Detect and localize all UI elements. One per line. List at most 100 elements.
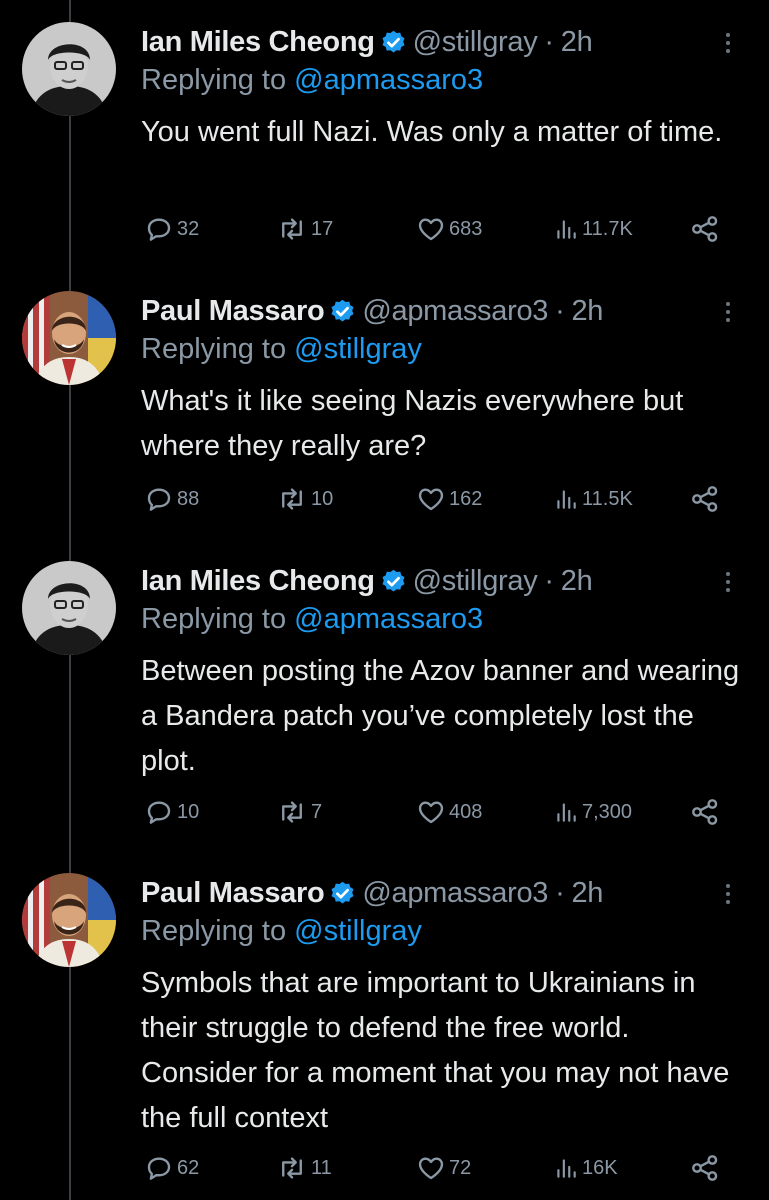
views-button[interactable]: 7,300 (553, 795, 632, 829)
share-icon (692, 1155, 718, 1181)
action-bar: 88 10 162 11.5K (141, 482, 741, 516)
replying-to-mention[interactable]: @stillgray (294, 333, 422, 365)
share-button[interactable] (689, 212, 721, 246)
more-vertical-icon[interactable] (715, 28, 741, 58)
action-bar: 32 17 683 11.7K (141, 212, 741, 246)
retweet-count: 17 (311, 217, 334, 240)
retweet-icon (282, 801, 302, 823)
replying-to-label: Replying to (141, 603, 287, 635)
retweet-count: 10 (311, 487, 334, 510)
verified-badge-icon (331, 299, 354, 322)
views-bar-icon (557, 1159, 576, 1178)
retweet-button[interactable]: 17 (276, 212, 333, 246)
replying-to-mention[interactable]: @apmassaro3 (294, 64, 483, 96)
avatar[interactable] (22, 291, 116, 385)
separator-dot: · (544, 564, 554, 597)
author-handle[interactable]: @apmassaro3 (362, 877, 548, 910)
reply-button[interactable]: 32 (144, 212, 199, 246)
views-bar-icon (557, 803, 576, 822)
like-button[interactable]: 72 (416, 1151, 471, 1185)
author-handle[interactable]: @stillgray (413, 565, 538, 598)
more-vertical-icon[interactable] (715, 297, 741, 327)
reply-bubble-icon (147, 1157, 171, 1180)
replying-to-mention[interactable]: @stillgray (294, 915, 422, 947)
timestamp[interactable]: 2h (561, 26, 593, 59)
views-button[interactable]: 16K (553, 1151, 618, 1185)
replying-to-line: Replying to @apmassaro3 (141, 64, 483, 97)
views-bar-icon (557, 220, 576, 239)
avatar[interactable] (22, 873, 116, 967)
share-icon (692, 799, 718, 825)
timestamp[interactable]: 2h (571, 295, 603, 328)
share-button[interactable] (689, 795, 721, 829)
author-handle[interactable]: @apmassaro3 (362, 295, 548, 328)
replying-to-label: Replying to (141, 333, 287, 365)
heart-icon (418, 488, 444, 511)
like-button[interactable]: 683 (416, 212, 482, 246)
share-icon (692, 216, 718, 242)
views-count: 16K (582, 1156, 618, 1179)
more-vertical-icon[interactable] (715, 567, 741, 597)
reply-bubble-icon (147, 488, 171, 511)
reply-count: 62 (177, 1156, 200, 1179)
views-count: 11.5K (582, 487, 633, 510)
avatar[interactable] (22, 561, 116, 655)
replying-to-line: Replying to @stillgray (141, 915, 422, 948)
replying-to-mention[interactable]: @apmassaro3 (294, 603, 483, 635)
tweet-header: Ian Miles Cheong @stillgray · 2h (141, 20, 593, 64)
replying-to-label: Replying to (141, 64, 287, 96)
timestamp[interactable]: 2h (571, 877, 603, 910)
replying-to-line: Replying to @stillgray (141, 333, 422, 366)
heart-icon (418, 218, 444, 241)
replying-to-line: Replying to @apmassaro3 (141, 603, 483, 636)
action-bar: 62 11 72 16K (141, 1151, 741, 1185)
more-vertical-icon[interactable] (715, 879, 741, 909)
reply-button[interactable]: 10 (144, 795, 199, 829)
verified-badge-icon (331, 881, 354, 904)
views-bar-icon (557, 490, 576, 509)
author-name[interactable]: Paul Massaro (141, 877, 325, 910)
like-count: 408 (449, 800, 483, 823)
verified-badge-icon (382, 30, 405, 53)
tweet-text: You went full Nazi. Was only a matter of… (141, 116, 723, 148)
views-count: 11.7K (582, 217, 633, 240)
author-handle[interactable]: @stillgray (413, 26, 538, 59)
retweet-button[interactable]: 10 (276, 482, 333, 516)
reply-bubble-icon (147, 801, 171, 824)
verified-badge-icon (382, 569, 405, 592)
timestamp[interactable]: 2h (561, 565, 593, 598)
tweet-header: Paul Massaro @apmassaro3 · 2h (141, 871, 603, 915)
like-count: 683 (449, 217, 483, 240)
tweet-text: Symbols that are important to Ukrainians… (141, 967, 730, 1134)
tweet-header: Paul Massaro @apmassaro3 · 2h (141, 289, 603, 333)
author-name[interactable]: Paul Massaro (141, 295, 325, 328)
separator-dot: · (555, 876, 565, 909)
retweet-count: 7 (311, 800, 323, 823)
like-count: 162 (449, 487, 483, 510)
like-count: 72 (449, 1156, 472, 1179)
retweet-count: 11 (311, 1156, 332, 1179)
share-icon (692, 486, 718, 512)
author-name[interactable]: Ian Miles Cheong (141, 26, 375, 59)
reply-button[interactable]: 88 (144, 482, 199, 516)
retweet-button[interactable]: 7 (276, 795, 322, 829)
reply-count: 10 (177, 800, 200, 823)
avatar[interactable] (22, 22, 116, 116)
like-button[interactable]: 162 (416, 482, 482, 516)
share-button[interactable] (689, 482, 721, 516)
views-button[interactable]: 11.5K (553, 482, 633, 516)
tweet-header: Ian Miles Cheong @stillgray · 2h (141, 559, 593, 603)
reply-count: 32 (177, 217, 200, 240)
retweet-icon (282, 1157, 302, 1179)
heart-icon (418, 801, 444, 824)
retweet-button[interactable]: 11 (276, 1151, 332, 1185)
reply-button[interactable]: 62 (144, 1151, 199, 1185)
like-button[interactable]: 408 (416, 795, 482, 829)
reply-count: 88 (177, 487, 200, 510)
author-name[interactable]: Ian Miles Cheong (141, 565, 375, 598)
action-bar: 10 7 408 7,300 (141, 795, 741, 829)
views-count: 7,300 (582, 800, 633, 823)
reply-bubble-icon (147, 218, 171, 241)
share-button[interactable] (689, 1151, 721, 1185)
views-button[interactable]: 11.7K (553, 212, 633, 246)
